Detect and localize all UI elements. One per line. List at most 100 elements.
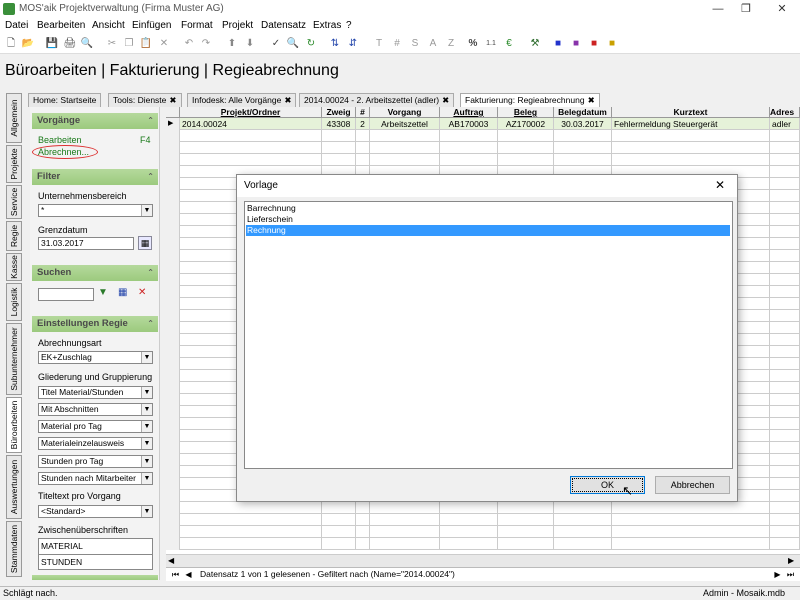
prev-record-icon[interactable]: ◀ — [183, 569, 194, 580]
sort-icon[interactable]: ⇅ — [328, 37, 342, 51]
dialog-close-icon[interactable]: ✕ — [715, 178, 725, 192]
gliederung-select-3[interactable]: Material pro Tag ▼ — [38, 420, 153, 433]
grid-cell[interactable]: 43308 — [322, 118, 356, 130]
dropdown-arrow-icon[interactable]: ▼ — [141, 387, 152, 398]
column-header[interactable]: Belegdatum — [554, 107, 612, 118]
dropdown-arrow-icon[interactable]: ▼ — [141, 421, 152, 432]
clear-filter-icon[interactable]: ✕ — [138, 287, 152, 301]
section-suchen[interactable]: Suchen ⌃ — [32, 265, 158, 281]
menu-einfuegen[interactable]: Einfügen — [132, 20, 171, 31]
ok-button[interactable]: OK — [570, 476, 645, 494]
tab-infodesk[interactable]: Infodesk: Alle Vorgänge ✖ — [187, 93, 297, 107]
maximize-icon[interactable]: ❐ — [732, 0, 760, 18]
tab-regieabrechnung[interactable]: Fakturierung: Regieabrechnung ✖ — [460, 93, 600, 107]
dropdown-arrow-icon[interactable]: ▼ — [141, 404, 152, 415]
gliederung-select-1[interactable]: Titel Material/Stunden ▼ — [38, 386, 153, 399]
first-record-icon[interactable]: ⏮ — [170, 569, 181, 580]
save-icon[interactable]: 💾 — [45, 37, 59, 51]
column-header[interactable]: Adres — [770, 107, 800, 118]
column-header[interactable]: # — [356, 107, 370, 118]
chevron-up-icon[interactable]: ⌃ — [147, 169, 154, 185]
grid-cell[interactable]: 30.03.2017 — [554, 118, 612, 130]
grenzdatum-input[interactable]: 31.03.2017 — [38, 237, 134, 250]
percent-icon[interactable]: % — [466, 37, 480, 51]
menu-ansicht[interactable]: Ansicht — [92, 20, 125, 31]
search-find-icon[interactable]: ▦ — [118, 287, 132, 301]
cut-icon[interactable]: ✂ — [105, 37, 119, 51]
vtab-allgemein[interactable]: Allgemein — [6, 93, 22, 143]
abrechnungsart-select[interactable]: EK+Zuschlag ▼ — [38, 351, 153, 364]
vtab-kasse[interactable]: Kasse — [6, 253, 22, 281]
paste-icon[interactable]: 📋 — [139, 37, 153, 51]
section-vorgaenge[interactable]: Vorgänge ⌃ — [32, 113, 158, 129]
grid-cell[interactable]: Arbeitszettel — [370, 118, 440, 130]
gliederung-select-6[interactable]: Stunden nach Mitarbeiter ▼ — [38, 472, 153, 485]
scroll-left-icon[interactable]: ◀ — [168, 556, 174, 565]
redo-icon[interactable]: ↷ — [199, 37, 213, 51]
grid-cell[interactable]: AZ170002 — [498, 118, 554, 130]
menu-extras[interactable]: Extras — [313, 20, 341, 31]
unternehmensbereich-select[interactable]: * ▼ — [38, 204, 153, 217]
scroll-right-icon[interactable]: ▶ — [788, 556, 794, 565]
vtab-stammdaten[interactable]: Stammdaten — [6, 521, 22, 577]
vtab-logistik[interactable]: Logistik — [6, 283, 22, 321]
undo-icon[interactable]: ↶ — [182, 37, 196, 51]
tab-close-icon[interactable]: ✖ — [442, 95, 449, 105]
filter-icon[interactable]: ✓ — [269, 37, 283, 51]
list-item[interactable]: Lieferschein — [246, 214, 730, 225]
section-einstellungen[interactable]: Einstellungen Regie ⌃ — [32, 316, 158, 332]
column-header[interactable]: Auftrag — [440, 107, 498, 118]
down-icon[interactable]: ⬇ — [243, 37, 257, 51]
tab-close-icon[interactable]: ✖ — [169, 95, 176, 105]
dropdown-arrow-icon[interactable]: ▼ — [141, 473, 152, 484]
cancel-button[interactable]: Abbrechen — [655, 476, 730, 494]
tab-close-icon[interactable]: ✖ — [284, 95, 291, 105]
dropdown-arrow-icon[interactable]: ▼ — [141, 438, 152, 449]
grid-cell[interactable]: 2014.00024 — [180, 118, 322, 130]
a-icon[interactable]: A — [426, 37, 440, 51]
menu-bearbeiten[interactable]: Bearbeiten — [37, 20, 85, 31]
dropdown-arrow-icon[interactable]: ▼ — [141, 456, 152, 467]
menu-datei[interactable]: Datei — [5, 20, 28, 31]
search-filter-icon[interactable]: ▼ — [98, 287, 112, 301]
column-header[interactable]: Vorgang — [370, 107, 440, 118]
tab-tools[interactable]: Tools: Dienste ✖ — [108, 93, 182, 107]
vtab-service[interactable]: Service — [6, 185, 22, 219]
section-filter[interactable]: Filter ⌃ — [32, 169, 158, 185]
menu-format[interactable]: Format — [181, 20, 213, 31]
vtab-regie[interactable]: Regie — [6, 221, 22, 251]
hash-icon[interactable]: # — [390, 37, 404, 51]
z-icon[interactable]: Z — [444, 37, 458, 51]
lock-red-icon[interactable]: ■ — [587, 37, 601, 51]
vtab-projekte[interactable]: Projekte — [6, 145, 22, 183]
menu-projekt[interactable]: Projekt — [222, 20, 253, 31]
tab-home[interactable]: Home: Startseite — [28, 93, 102, 107]
folder-icon[interactable]: ■ — [605, 37, 619, 51]
next-record-icon[interactable]: ▶ — [772, 569, 783, 580]
sort-desc-icon[interactable]: ⇵ — [346, 37, 360, 51]
lock-purple-icon[interactable]: ■ — [569, 37, 583, 51]
open-icon[interactable]: 📂 — [21, 37, 35, 51]
list-item[interactable]: Barrechnung — [246, 203, 730, 214]
close-icon[interactable]: ✕ — [768, 0, 796, 18]
vtab-auswertungen[interactable]: Auswertungen — [6, 455, 22, 519]
search-input[interactable] — [38, 288, 94, 301]
refresh-icon[interactable]: ↻ — [304, 37, 318, 51]
last-record-icon[interactable]: ⏭ — [785, 569, 796, 580]
decimal-icon[interactable]: 1.1 — [484, 37, 498, 51]
list-item-selected[interactable]: Rechnung — [246, 225, 730, 236]
minimize-icon[interactable]: — — [704, 0, 732, 18]
search-icon[interactable]: 🔍 — [286, 37, 300, 51]
vorlage-listbox[interactable]: Barrechnung Lieferschein Rechnung — [244, 201, 733, 469]
titeltext-select[interactable]: <Standard> ▼ — [38, 505, 153, 518]
text-icon[interactable]: T — [372, 37, 386, 51]
menu-help[interactable]: ? — [346, 20, 352, 31]
delete-icon[interactable]: ✕ — [157, 37, 171, 51]
lock-blue-icon[interactable]: ■ — [551, 37, 565, 51]
row-selector-icon[interactable]: ▶ — [166, 118, 180, 130]
vtab-bueroarbeiten[interactable]: Büroarbeiten — [6, 397, 22, 453]
s-icon[interactable]: S — [408, 37, 422, 51]
zwischen-textarea[interactable]: MATERIAL STUNDEN — [38, 538, 153, 570]
print-icon[interactable]: 🖨 — [63, 37, 77, 51]
chevron-up-icon[interactable]: ⌃ — [147, 265, 154, 281]
